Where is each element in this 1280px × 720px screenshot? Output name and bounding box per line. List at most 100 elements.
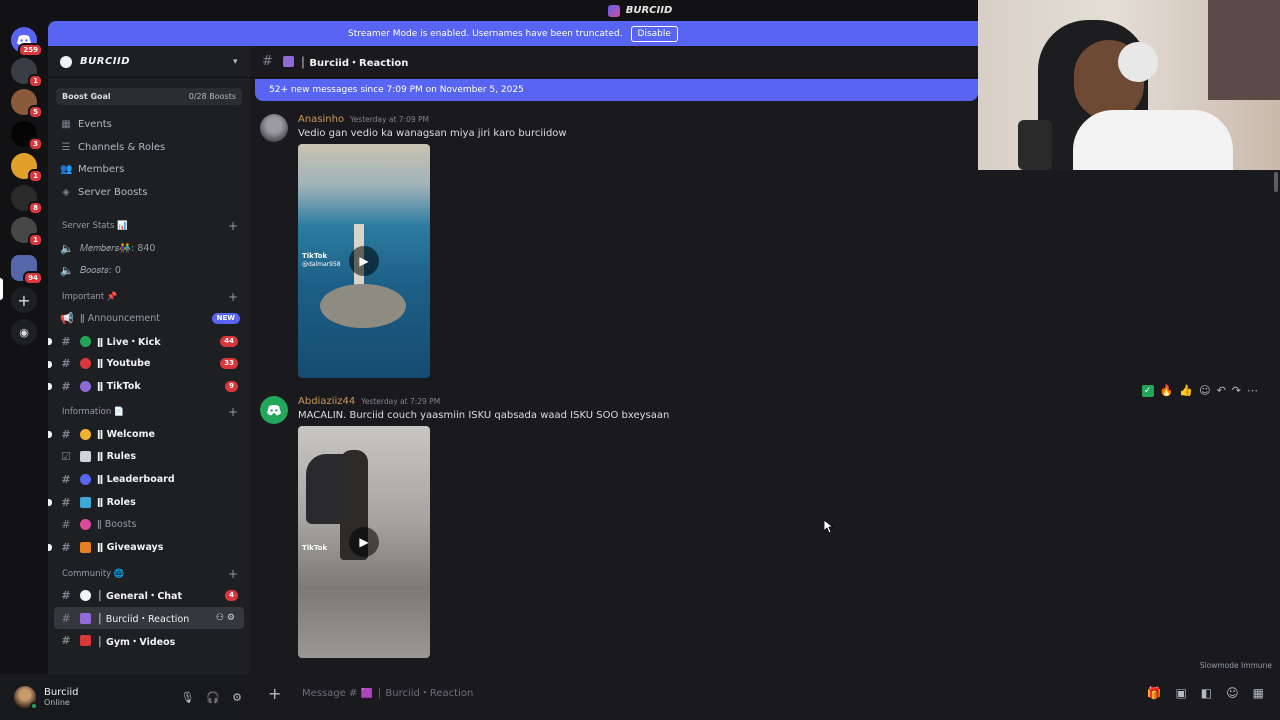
channel-label: 𝐵𝑜𝑜𝑠𝑡𝑠: 0 xyxy=(80,265,121,277)
channel-label: ǁ Rules xyxy=(97,451,136,463)
badge-dms: 259 xyxy=(18,43,43,57)
mention-badge: 4 xyxy=(225,589,238,601)
category-server-stats[interactable]: Server Stats 📊 + xyxy=(48,216,250,237)
avatar[interactable] xyxy=(260,114,288,142)
play-icon[interactable]: ▶ xyxy=(349,527,379,557)
channel-boosts[interactable]: # ǁ Boosts xyxy=(48,514,250,537)
gift-icon[interactable]: 🎁 xyxy=(1147,686,1162,700)
channel-label: ǁ Welcome xyxy=(97,428,155,440)
scrollbar-thumb[interactable] xyxy=(1274,172,1278,192)
channel-live-kick[interactable]: # ǁ Live・Kick 44 xyxy=(48,330,250,353)
add-reaction-icon[interactable]: ☺ xyxy=(1199,384,1210,397)
apps-icon[interactable]: ▦ xyxy=(1253,686,1264,700)
gif-icon[interactable]: ▣ xyxy=(1175,686,1186,700)
hash-icon: # xyxy=(61,427,71,441)
add-channel-icon[interactable]: + xyxy=(228,567,238,581)
forward-icon[interactable]: ↷ xyxy=(1232,384,1241,397)
nav-channels-roles[interactable]: ☰ Channels & Roles xyxy=(48,136,250,159)
gear-icon[interactable]: ⚙ xyxy=(232,691,242,704)
purple-square-icon xyxy=(80,612,91,624)
channel-rules[interactable]: ☑ ǁ Rules xyxy=(48,446,250,469)
message-composer: + 🎁 ▣ ◧ ☺ ▦ xyxy=(260,678,1270,708)
hash-icon: # xyxy=(61,588,71,602)
message-author[interactable]: Anasinho xyxy=(298,114,344,125)
server-icon-2[interactable]: 5 xyxy=(11,89,43,119)
add-channel-icon[interactable]: + xyxy=(228,405,238,419)
hash-icon: # xyxy=(61,473,71,487)
message-time: Yesterday at 7:29 PM xyxy=(361,397,441,406)
add-server-icon[interactable]: + xyxy=(11,287,37,313)
video-attachment[interactable]: TikTok @dalmar958 ▶ xyxy=(298,144,430,378)
chevron-down-icon: ▾ xyxy=(232,56,238,67)
nav-server-boosts[interactable]: ◈ Server Boosts xyxy=(48,181,250,204)
channel-burciid-reaction[interactable]: # │ Burciid・Reaction ⚇⚙ xyxy=(54,606,244,630)
unread-indicator xyxy=(48,383,52,391)
add-attachment-icon[interactable]: + xyxy=(268,684,288,703)
discord-home-icon[interactable]: 259 xyxy=(11,27,43,57)
webcam-overlay xyxy=(978,0,1280,170)
thumbs-up-reaction-icon[interactable]: 👍 xyxy=(1179,384,1193,397)
mention-badge: 33 xyxy=(220,358,238,370)
server-icon-4[interactable]: 1 xyxy=(11,153,43,183)
green-circle-icon xyxy=(80,335,91,347)
add-channel-icon[interactable]: + xyxy=(228,290,238,304)
reply-icon[interactable]: ↶ xyxy=(1217,384,1226,397)
new-messages-bar[interactable]: 52+ new messages since 7:09 PM on Novemb… xyxy=(255,79,978,101)
boost-icon: ◈ xyxy=(62,186,70,198)
category-important[interactable]: Important 📌 + xyxy=(48,286,250,307)
message-author[interactable]: Abdiaziiz44 xyxy=(298,396,355,407)
server-icon-6[interactable]: 1 xyxy=(11,217,43,247)
purple-circle-icon xyxy=(80,381,91,393)
nav-label: Server Boosts xyxy=(78,186,148,198)
user-status: Online xyxy=(44,698,70,707)
more-options-icon[interactable]: ⋯ xyxy=(1247,384,1258,397)
channel-label: │ Burciid・Reaction xyxy=(97,614,190,626)
fire-reaction-icon[interactable]: 🔥 xyxy=(1160,384,1174,397)
disable-streamer-mode-button[interactable]: Disable xyxy=(630,25,678,42)
category-information[interactable]: Information 📄 + xyxy=(48,402,250,423)
tiktok-watermark: TikTok xyxy=(302,544,328,552)
channel-stats-boosts[interactable]: 🔈 𝐵𝑜𝑜𝑠𝑡𝑠: 0 xyxy=(48,259,250,282)
channel-label: ǁ TikTok xyxy=(97,381,141,393)
channel-welcome[interactable]: # ǁ Welcome xyxy=(48,423,250,446)
default-avatar-icon[interactable] xyxy=(260,396,288,424)
server-icon-3[interactable]: 3 xyxy=(11,121,43,151)
emoji-icon[interactable]: ☺ xyxy=(1226,686,1239,700)
avatar[interactable] xyxy=(14,686,38,710)
nav-events[interactable]: ▦ Events xyxy=(48,113,250,136)
server-header[interactable]: BURCIID ▾ xyxy=(48,46,250,78)
nav-members[interactable]: 👥 Members xyxy=(48,158,250,181)
server-icon-5[interactable]: 8 xyxy=(11,185,43,215)
message-input[interactable] xyxy=(302,687,1002,699)
channel-gym-videos[interactable]: # │ Gym・Videos xyxy=(48,629,250,652)
channel-label: ǁ Giveaways xyxy=(97,542,164,554)
category-label: Important 📌 xyxy=(62,291,118,302)
channel-youtube[interactable]: # ǁ Youtube 33 xyxy=(48,353,250,376)
invite-settings-icons[interactable]: ⚇⚙ xyxy=(216,613,238,623)
channel-tiktok[interactable]: # ǁ TikTok 9 xyxy=(48,375,250,398)
channel-giveaways[interactable]: # ǁ Giveaways xyxy=(48,536,250,559)
hash-icon: # xyxy=(61,357,71,371)
channel-leaderboard[interactable]: # ǁ Leaderboard xyxy=(48,468,250,491)
category-community[interactable]: Community 🌐 + xyxy=(48,563,250,584)
play-icon[interactable]: ▶ xyxy=(349,246,379,276)
server-icon-burciid[interactable]: 94 xyxy=(11,255,43,285)
channel-roles[interactable]: # ǁ Roles xyxy=(48,491,250,514)
channel-general-chat[interactable]: # │ General・Chat 4 xyxy=(48,584,250,607)
shirt-shape xyxy=(1073,110,1233,170)
server-icon-1[interactable]: 1 xyxy=(11,58,43,88)
check-reaction-icon[interactable]: ✓ xyxy=(1141,384,1154,397)
hash-icon: # xyxy=(61,611,71,625)
boost-goal-bar[interactable]: Boost Goal 0/28 Boosts xyxy=(56,88,242,105)
headphones-icon[interactable]: 🎧 xyxy=(206,691,220,704)
hash-icon: # xyxy=(61,334,71,348)
add-channel-icon[interactable]: + xyxy=(228,219,238,233)
channel-announcement[interactable]: 📢 ǁ Announcement NEW xyxy=(48,307,250,330)
microphone-icon[interactable]: 🎙 xyxy=(180,691,194,704)
channel-stats-members[interactable]: 🔈 𝑀𝑒𝑚𝑏𝑒𝑟𝑠👫: 840 xyxy=(48,237,250,260)
purple-square-icon xyxy=(282,56,294,67)
discover-icon[interactable]: ◉ xyxy=(11,319,37,345)
sticker-icon[interactable]: ◧ xyxy=(1201,686,1212,700)
nav-label: Channels & Roles xyxy=(78,141,166,153)
video-attachment[interactable]: TikTok ▶ xyxy=(298,426,430,658)
